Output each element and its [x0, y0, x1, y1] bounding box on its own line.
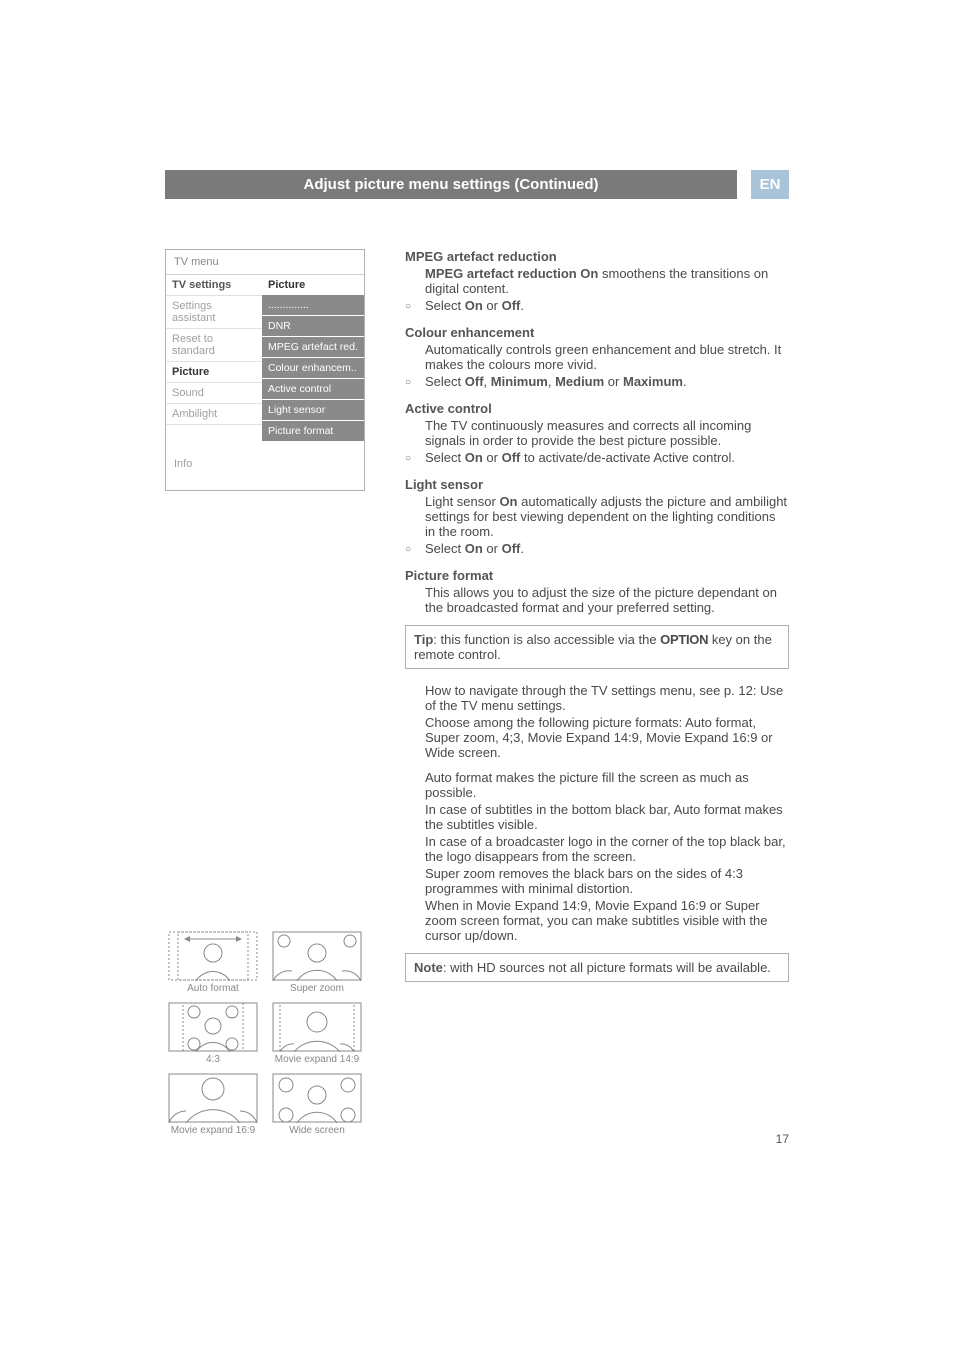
submenu-active: Active control [262, 379, 364, 400]
format-auto-label: Auto format [187, 983, 239, 994]
section-mpeg-bullet: ○ Select On or Off. [405, 298, 789, 313]
header-title: Adjust picture menu settings (Continued) [165, 170, 737, 199]
section-light-body: Light sensor On automatically adjusts th… [425, 494, 789, 539]
submenu-format: Picture format [262, 421, 364, 442]
format-me149: Movie expand 14:9 [269, 1002, 365, 1065]
menu-item-ambilight: Ambilight [166, 404, 262, 425]
section-colour-title: Colour enhancement [405, 325, 789, 340]
tv-menu-info: Info [166, 442, 364, 490]
submenu-mpeg: MPEG artefact red. [262, 337, 364, 358]
picfmt-p5: In case of subtitles in the bottom black… [425, 802, 789, 832]
submenu-heading: Picture [262, 275, 364, 295]
section-mpeg-body: MPEG artefact reduction On smoothens the… [425, 266, 789, 296]
submenu-light: Light sensor [262, 400, 364, 421]
tv-menu-title: TV menu [166, 250, 364, 275]
picfmt-p4: Auto format makes the picture fill the s… [425, 770, 789, 800]
menu-item-tv-settings: TV settings [166, 275, 262, 296]
format-four-three-label: 4:3 [206, 1054, 220, 1065]
tv-menu-panel: TV menu TV settings Settings assistant R… [165, 249, 365, 491]
section-light-title: Light sensor [405, 477, 789, 492]
picfmt-p8: When in Movie Expand 14:9, Movie Expand … [425, 898, 789, 943]
format-four-three: 4:3 [165, 1002, 261, 1065]
section-mpeg-title: MPEG artefact reduction [405, 249, 789, 264]
format-me169-label: Movie expand 16:9 [171, 1125, 256, 1136]
format-me149-label: Movie expand 14:9 [275, 1054, 360, 1065]
format-auto: Auto format [165, 931, 261, 994]
section-colour-bullet: ○ Select Off, Minimum, Medium or Maximum… [405, 374, 789, 389]
language-badge: EN [751, 170, 789, 199]
picture-format-icons: Auto format Super zoom [165, 931, 365, 1136]
note-box: Note: with HD sources not all picture fo… [405, 953, 789, 982]
page-number: 17 [776, 1132, 789, 1146]
format-me169: Movie expand 16:9 [165, 1073, 261, 1136]
submenu-dots: .............. [262, 295, 364, 316]
picfmt-p3: Choose among the following picture forma… [425, 715, 789, 760]
section-active-body: The TV continuously measures and correct… [425, 418, 789, 448]
submenu-colour: Colour enhancem.. [262, 358, 364, 379]
section-active-bullet: ○ Select On or Off to activate/de-activa… [405, 450, 789, 465]
format-wide: Wide screen [269, 1073, 365, 1136]
tip-box: Tip: this function is also accessible vi… [405, 625, 789, 669]
format-wide-label: Wide screen [289, 1125, 345, 1136]
section-picfmt-body1: This allows you to adjust the size of th… [425, 585, 789, 615]
page-header: Adjust picture menu settings (Continued)… [165, 170, 789, 199]
submenu-dnr: DNR [262, 316, 364, 337]
section-picfmt-title: Picture format [405, 568, 789, 583]
menu-item-sound: Sound [166, 383, 262, 404]
format-superzoom-label: Super zoom [290, 983, 344, 994]
menu-item-reset: Reset to standard [166, 329, 262, 362]
section-active-title: Active control [405, 401, 789, 416]
menu-item-settings-assistant: Settings assistant [166, 296, 262, 329]
menu-item-picture: Picture [166, 362, 262, 383]
section-light-bullet: ○ Select On or Off. [405, 541, 789, 556]
section-colour-body: Automatically controls green enhancement… [425, 342, 789, 372]
format-superzoom: Super zoom [269, 931, 365, 994]
picfmt-p2: How to navigate through the TV settings … [425, 683, 789, 713]
picfmt-p6: In case of a broadcaster logo in the cor… [425, 834, 789, 864]
picfmt-p7: Super zoom removes the black bars on the… [425, 866, 789, 896]
